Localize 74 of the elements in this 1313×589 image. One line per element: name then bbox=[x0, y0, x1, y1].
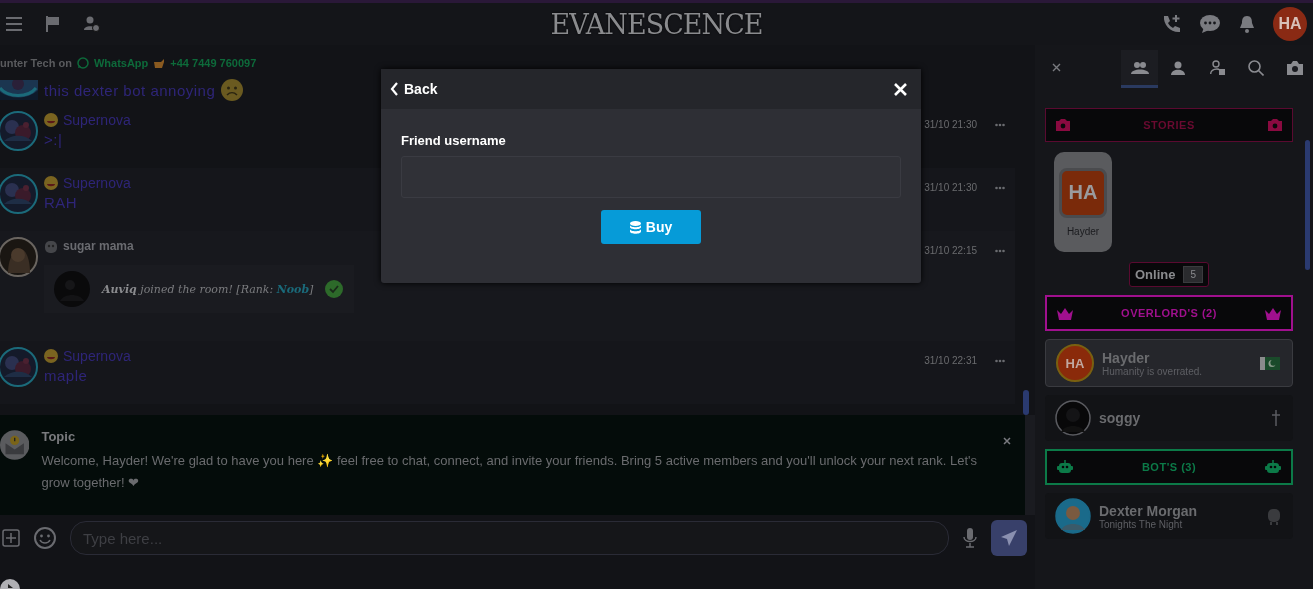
user-name: soggy bbox=[1099, 410, 1142, 426]
more-icon[interactable] bbox=[995, 249, 1005, 253]
topic-title: Topic bbox=[41, 429, 77, 444]
camera-icon bbox=[1286, 60, 1303, 75]
flag-icon[interactable] bbox=[46, 16, 60, 32]
message-text: maple bbox=[44, 367, 88, 384]
user-name[interactable]: sugar mama bbox=[63, 239, 134, 253]
more-icon[interactable] bbox=[995, 186, 1005, 190]
emoji-icon[interactable] bbox=[34, 527, 56, 549]
user-name: Dexter Morgan bbox=[1099, 502, 1199, 519]
section-title: OVERLORD'S (2) bbox=[1121, 307, 1217, 319]
grinning-face-icon bbox=[44, 349, 58, 363]
message-time: 31/10 21:30 bbox=[924, 119, 977, 130]
group-icon bbox=[1130, 60, 1149, 75]
whatsapp-icon bbox=[76, 57, 89, 69]
scrollbar-thumb[interactable] bbox=[1305, 140, 1310, 270]
story-card[interactable]: HA Hayder bbox=[1054, 152, 1112, 252]
add-icon[interactable] bbox=[2, 529, 20, 547]
user-avatar: HA bbox=[1056, 344, 1094, 382]
more-icon[interactable] bbox=[995, 359, 1005, 363]
panel-tab[interactable] bbox=[1121, 50, 1158, 88]
logo: EVANESCENCE bbox=[550, 8, 763, 40]
field-label: Friend username bbox=[401, 133, 507, 148]
chevron-left-icon bbox=[390, 82, 399, 96]
user-avatar[interactable]: HA bbox=[1273, 7, 1307, 41]
buy-button[interactable]: Buy bbox=[601, 210, 701, 244]
bell-icon[interactable] bbox=[1239, 15, 1255, 33]
grinning-face-icon bbox=[44, 176, 58, 190]
section-title: BOT'S (3) bbox=[1141, 461, 1197, 473]
section-title: STORIES bbox=[1143, 119, 1195, 131]
scrollbar-thumb[interactable] bbox=[1023, 390, 1029, 415]
topic-text: Welcome, Hayder! We're glad to have you here ✨ feel free to chat, connect, and invite your friends. Bring 5 active members and you'll unlock your next rank. Let's grow together! ❤ bbox=[41, 452, 979, 492]
join-notice-text: Auviq joined the room! [Rank: Noob] bbox=[102, 282, 314, 296]
user-row[interactable]: Dexter Morgan Tonights The Night bbox=[1045, 493, 1293, 539]
database-icon bbox=[629, 220, 641, 234]
message-time: 31/10 22:15 bbox=[924, 245, 977, 256]
send-button[interactable] bbox=[991, 520, 1027, 556]
cross-icon bbox=[1271, 410, 1281, 426]
notice-text: unter Tech on bbox=[0, 57, 72, 69]
user-icon bbox=[1171, 60, 1186, 75]
add-user-icon[interactable] bbox=[84, 16, 100, 32]
back-button[interactable]: Back bbox=[390, 81, 438, 97]
menu-icon[interactable] bbox=[6, 17, 22, 31]
camera-icon bbox=[1056, 119, 1070, 131]
message-time: 31/10 22:31 bbox=[924, 355, 977, 366]
grinning-face-icon bbox=[44, 113, 58, 127]
notice-link[interactable]: WhatsApp bbox=[93, 57, 149, 69]
send-icon bbox=[1000, 529, 1018, 547]
chat-icon[interactable] bbox=[1199, 14, 1221, 34]
sad-face-icon bbox=[221, 79, 244, 101]
story-avatar: HA bbox=[1059, 167, 1107, 218]
notice-phone: +44 7449 760097 bbox=[170, 57, 257, 69]
camera-icon bbox=[1268, 119, 1282, 131]
online-label: Online bbox=[1135, 267, 1176, 282]
flag-icon bbox=[1260, 356, 1280, 370]
message-text: >:| bbox=[44, 131, 63, 148]
story-name: Hayder bbox=[1066, 225, 1100, 237]
online-count: 5 bbox=[1183, 266, 1203, 283]
microphone-icon[interactable] bbox=[963, 528, 977, 548]
play-icon[interactable] bbox=[0, 579, 20, 589]
close-icon bbox=[1051, 63, 1061, 72]
user-status: Tonights The Night bbox=[1099, 518, 1183, 530]
user-row[interactable]: soggy bbox=[1045, 395, 1293, 441]
search-icon bbox=[1247, 59, 1264, 76]
robot-icon bbox=[1267, 507, 1281, 525]
more-icon[interactable] bbox=[995, 123, 1005, 127]
user-name: Hayder bbox=[1102, 349, 1151, 366]
phone-add-icon[interactable] bbox=[1161, 14, 1181, 34]
user-lock-icon bbox=[1209, 60, 1225, 75]
check-icon bbox=[325, 280, 344, 298]
message-text: RAH bbox=[44, 194, 78, 211]
message-time: 31/10 21:30 bbox=[924, 182, 977, 193]
message-text: this dexter bot annoying bbox=[44, 81, 216, 99]
robot-icon bbox=[44, 238, 58, 254]
